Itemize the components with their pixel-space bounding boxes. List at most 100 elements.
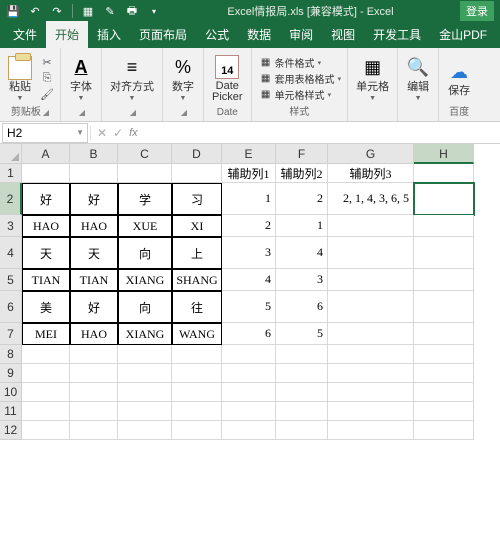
- tab-dev[interactable]: 开发工具: [364, 21, 430, 48]
- cells-button[interactable]: ▦单元格▼: [354, 54, 391, 104]
- cell[interactable]: [414, 383, 474, 402]
- cell[interactable]: 向: [118, 291, 172, 323]
- cell[interactable]: 好: [70, 183, 118, 215]
- row-header[interactable]: 1: [0, 164, 22, 183]
- cell[interactable]: [172, 164, 222, 183]
- cell[interactable]: [328, 345, 414, 364]
- spreadsheet-grid[interactable]: ABCDEFGH1辅助列1辅助列2辅助列32好好学习122, 1, 4, 3, …: [0, 144, 500, 440]
- cell[interactable]: [414, 364, 474, 383]
- cell[interactable]: 辅助列3: [328, 164, 414, 183]
- cell[interactable]: [172, 364, 222, 383]
- dialog-launcher-icon[interactable]: ◢: [79, 108, 85, 117]
- cell[interactable]: [118, 421, 172, 440]
- cell[interactable]: [414, 215, 474, 237]
- row-header[interactable]: 5: [0, 269, 22, 291]
- cell[interactable]: [172, 383, 222, 402]
- cell[interactable]: [118, 164, 172, 183]
- cell[interactable]: [22, 421, 70, 440]
- dialog-launcher-icon[interactable]: ◢: [43, 108, 49, 117]
- copy-icon[interactable]: ⎘: [40, 72, 54, 86]
- cell[interactable]: 2: [222, 215, 276, 237]
- cell[interactable]: [414, 183, 474, 215]
- dialog-launcher-icon[interactable]: ◢: [130, 108, 136, 117]
- fx-icon[interactable]: fx: [129, 127, 138, 139]
- cell[interactable]: 3: [276, 269, 328, 291]
- cell[interactable]: MEI: [22, 323, 70, 345]
- cell[interactable]: 5: [276, 323, 328, 345]
- cell[interactable]: XI: [172, 215, 222, 237]
- tab-file[interactable]: 文件: [4, 21, 46, 48]
- cell[interactable]: [70, 164, 118, 183]
- cell[interactable]: [172, 402, 222, 421]
- cell[interactable]: 4: [276, 237, 328, 269]
- open-icon[interactable]: ✎: [103, 4, 117, 18]
- col-header[interactable]: B: [70, 144, 118, 164]
- cell[interactable]: 3: [222, 237, 276, 269]
- row-header[interactable]: 11: [0, 402, 22, 421]
- select-all-corner[interactable]: [0, 144, 22, 164]
- tab-home[interactable]: 开始: [46, 21, 88, 48]
- cell[interactable]: HAO: [22, 215, 70, 237]
- save-icon[interactable]: 💾: [6, 4, 20, 18]
- cell[interactable]: 6: [222, 323, 276, 345]
- align-button[interactable]: ≡对齐方式▼: [108, 54, 156, 104]
- cell[interactable]: [328, 364, 414, 383]
- paste-button[interactable]: 粘贴 ▼: [6, 54, 34, 104]
- col-header[interactable]: C: [118, 144, 172, 164]
- cell[interactable]: [328, 269, 414, 291]
- login-button[interactable]: 登录: [460, 1, 494, 21]
- redo-icon[interactable]: ↷: [50, 4, 64, 18]
- cell[interactable]: 上: [172, 237, 222, 269]
- col-header[interactable]: A: [22, 144, 70, 164]
- cell[interactable]: 2, 1, 4, 3, 6, 5: [328, 183, 414, 215]
- col-header[interactable]: F: [276, 144, 328, 164]
- cell[interactable]: [22, 164, 70, 183]
- undo-icon[interactable]: ↶: [28, 4, 42, 18]
- cell[interactable]: [414, 402, 474, 421]
- name-box[interactable]: H2▼: [2, 123, 88, 143]
- cell[interactable]: HAO: [70, 215, 118, 237]
- cell[interactable]: [22, 345, 70, 364]
- cell[interactable]: SHANG: [172, 269, 222, 291]
- number-button[interactable]: %数字▼: [169, 54, 197, 104]
- tab-layout[interactable]: 页面布局: [130, 21, 196, 48]
- cell[interactable]: XUE: [118, 215, 172, 237]
- cell[interactable]: [276, 421, 328, 440]
- cell[interactable]: 往: [172, 291, 222, 323]
- row-header[interactable]: 3: [0, 215, 22, 237]
- cell[interactable]: [328, 237, 414, 269]
- cell[interactable]: 好: [22, 183, 70, 215]
- row-header[interactable]: 4: [0, 237, 22, 269]
- cell[interactable]: 6: [276, 291, 328, 323]
- cell[interactable]: XIANG: [118, 269, 172, 291]
- table-format-button[interactable]: ▦套用表格格式▾: [260, 71, 342, 86]
- col-header[interactable]: D: [172, 144, 222, 164]
- cell[interactable]: [414, 345, 474, 364]
- cell[interactable]: 5: [222, 291, 276, 323]
- cell[interactable]: 习: [172, 183, 222, 215]
- qat-dropdown-icon[interactable]: ▾: [147, 4, 161, 18]
- cell[interactable]: [70, 421, 118, 440]
- format-painter-icon[interactable]: 🖌: [40, 88, 54, 102]
- tab-powerpivot[interactable]: Power Pivot: [496, 24, 500, 48]
- cell[interactable]: [276, 345, 328, 364]
- tab-review[interactable]: 审阅: [280, 21, 322, 48]
- tab-view[interactable]: 视图: [322, 21, 364, 48]
- cell[interactable]: 辅助列1: [222, 164, 276, 183]
- cell[interactable]: [328, 383, 414, 402]
- cell[interactable]: [328, 215, 414, 237]
- conditional-format-button[interactable]: ▦条件格式▾: [260, 55, 342, 70]
- enter-icon[interactable]: ✓: [113, 126, 123, 140]
- row-header[interactable]: 8: [0, 345, 22, 364]
- row-header[interactable]: 6: [0, 291, 22, 323]
- dialog-launcher-icon[interactable]: ◢: [181, 108, 187, 117]
- cancel-icon[interactable]: ✕: [97, 126, 107, 140]
- cell[interactable]: 学: [118, 183, 172, 215]
- cell[interactable]: XIANG: [118, 323, 172, 345]
- cell[interactable]: [414, 237, 474, 269]
- col-header[interactable]: G: [328, 144, 414, 164]
- new-icon[interactable]: ▦: [81, 4, 95, 18]
- col-header[interactable]: E: [222, 144, 276, 164]
- cell[interactable]: [222, 383, 276, 402]
- cell[interactable]: [70, 383, 118, 402]
